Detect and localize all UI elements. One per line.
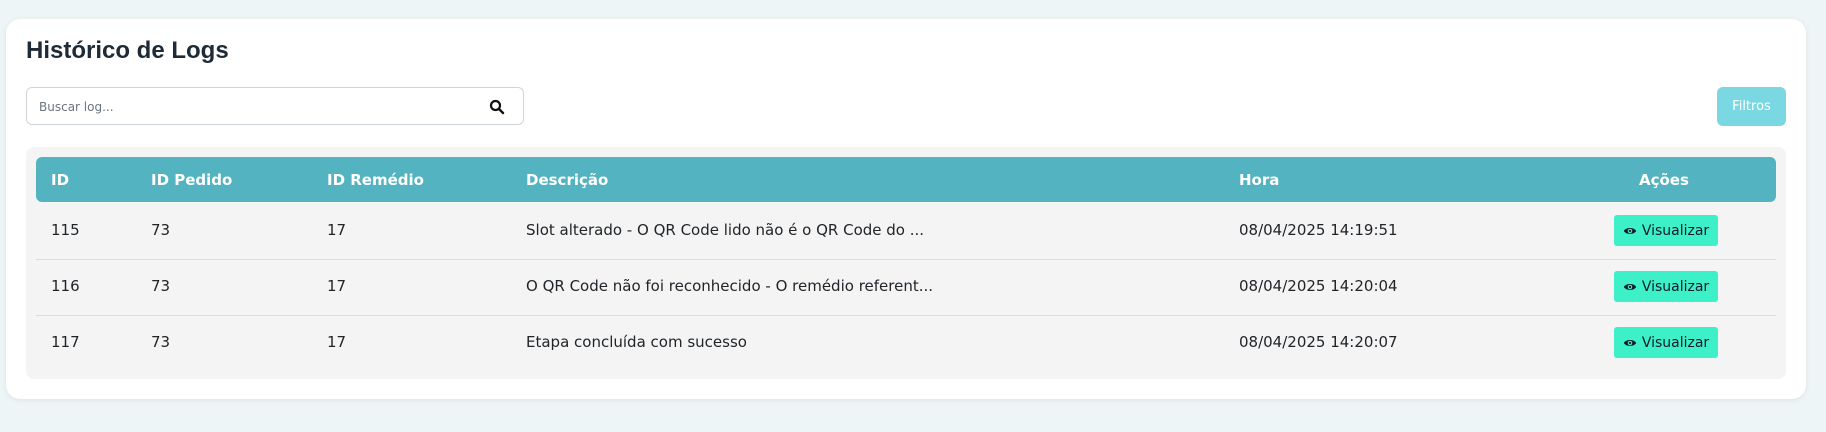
table-row: 116 73 17 O QR Code não foi reconhecido …: [36, 259, 1776, 316]
column-header-order-id: ID Pedido: [151, 171, 233, 189]
view-button[interactable]: Visualizar: [1614, 215, 1718, 246]
search-box: [26, 87, 524, 126]
column-header-id: ID: [51, 171, 70, 189]
cell-description: Etapa concluída com sucesso: [526, 333, 747, 351]
cell-time: 08/04/2025 14:20:07: [1239, 333, 1398, 351]
eye-icon: [1623, 283, 1636, 290]
page-title: Histórico de Logs: [26, 37, 229, 64]
cell-order-id: 73: [151, 333, 171, 351]
view-button-label: Visualizar: [1641, 334, 1710, 351]
cell-id: 115: [51, 221, 80, 239]
eye-icon: [1623, 227, 1636, 234]
logs-card: Histórico de Logs Filtros ID ID Pedido I…: [6, 19, 1806, 399]
cell-order-id: 73: [151, 221, 171, 239]
cell-order-id: 73: [151, 277, 171, 295]
filters-button[interactable]: Filtros: [1717, 87, 1786, 126]
search-input[interactable]: [37, 88, 481, 126]
cell-description: O QR Code não foi reconhecido - O remédi…: [526, 277, 934, 295]
eye-icon: [1623, 339, 1636, 346]
view-button-label: Visualizar: [1641, 278, 1710, 295]
cell-medicine-id: 17: [327, 277, 347, 295]
table-header: ID ID Pedido ID Remédio Descrição Hora A…: [36, 157, 1776, 202]
view-button-label: Visualizar: [1641, 222, 1710, 239]
column-header-actions: Ações: [1639, 171, 1689, 189]
table-row: 115 73 17 Slot alterado - O QR Code lido…: [36, 203, 1776, 260]
search-icon[interactable]: [489, 99, 505, 115]
cell-time: 08/04/2025 14:19:51: [1239, 221, 1398, 239]
cell-id: 116: [51, 277, 80, 295]
view-button[interactable]: Visualizar: [1614, 271, 1718, 302]
column-header-time: Hora: [1239, 171, 1280, 189]
logs-table: ID ID Pedido ID Remédio Descrição Hora A…: [26, 147, 1786, 379]
view-button[interactable]: Visualizar: [1614, 327, 1718, 358]
table-row: 117 73 17 Etapa concluída com sucesso 08…: [36, 315, 1776, 371]
cell-description: Slot alterado - O QR Code lido não é o Q…: [526, 221, 925, 239]
cell-medicine-id: 17: [327, 221, 347, 239]
column-header-description: Descrição: [526, 171, 609, 189]
cell-time: 08/04/2025 14:20:04: [1239, 277, 1398, 295]
cell-medicine-id: 17: [327, 333, 347, 351]
column-header-medicine-id: ID Remédio: [327, 171, 424, 189]
cell-id: 117: [51, 333, 80, 351]
